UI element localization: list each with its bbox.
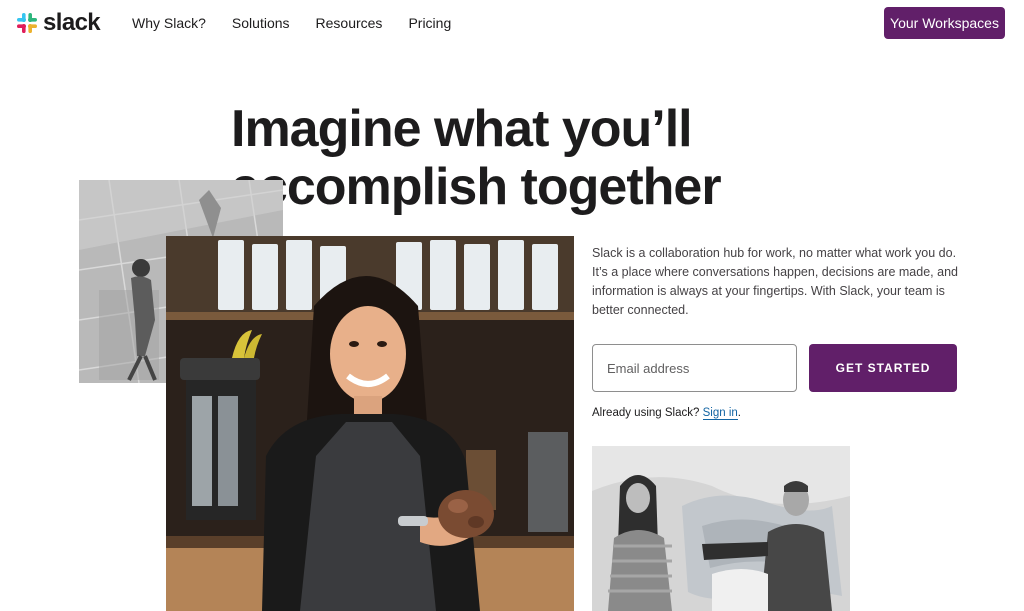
nav-solutions[interactable]: Solutions — [232, 14, 290, 32]
nav-why-slack[interactable]: Why Slack? — [132, 14, 206, 32]
slack-homepage: slack Why Slack? Solutions Resources Pri… — [0, 0, 1024, 611]
signin-prefix-text: Already using Slack? — [592, 407, 700, 419]
office-photo — [592, 446, 850, 611]
your-workspaces-button[interactable]: Your Workspaces — [884, 7, 1005, 39]
logo-wordmark: slack — [43, 9, 101, 36]
signin-link[interactable]: Sign in — [702, 407, 738, 420]
signin-suffix-text: . — [737, 407, 741, 419]
email-input[interactable] — [592, 344, 797, 392]
nav-pricing[interactable]: Pricing — [408, 14, 451, 32]
nav-resources[interactable]: Resources — [316, 14, 383, 32]
barista-photo — [166, 236, 574, 611]
headline-line-1: Imagine what you’ll — [231, 100, 693, 158]
slack-logo[interactable]: slack — [16, 9, 101, 36]
slack-hash-logo-icon — [17, 13, 37, 33]
headline-line-2: accomplish together — [231, 158, 722, 216]
signin-prompt: Already using Slack? Sign in. — [592, 405, 741, 421]
hero-headline: Imagine what you’ll accomplish together — [231, 100, 751, 216]
main-nav: Why Slack? Solutions Resources Pricing — [132, 14, 451, 32]
hero-description: Slack is a collaboration hub for work, n… — [592, 246, 958, 317]
get-started-button[interactable]: GET STARTED — [809, 344, 957, 392]
